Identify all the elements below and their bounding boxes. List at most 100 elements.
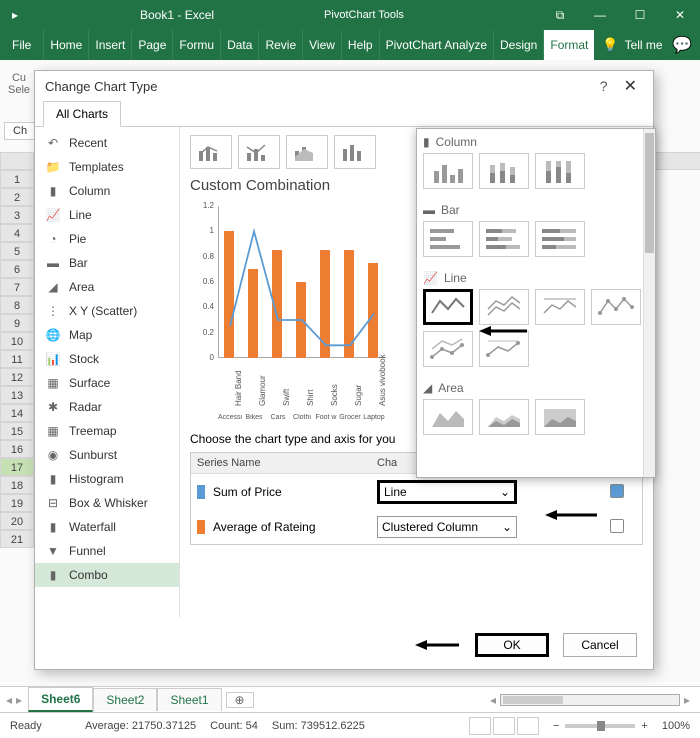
combo-subtype-4[interactable] bbox=[334, 135, 376, 169]
tab-format[interactable]: Format bbox=[544, 30, 594, 60]
chart-type-dropdown[interactable]: Clustered Column⌄ bbox=[377, 516, 517, 538]
add-sheet-button[interactable]: ⊕ bbox=[226, 692, 254, 708]
sidebar-item-combo[interactable]: ▮Combo bbox=[35, 563, 179, 587]
sheet-tab-sheet1[interactable]: Sheet1 bbox=[157, 688, 221, 711]
sidebar-item-column[interactable]: ▮Column bbox=[35, 179, 179, 203]
combo-subtype-1[interactable] bbox=[190, 135, 232, 169]
tab-review[interactable]: Revie bbox=[259, 30, 303, 60]
sidebar-item-sunburst[interactable]: ◉Sunburst bbox=[35, 443, 179, 467]
sidebar-item-templates[interactable]: 📁Templates bbox=[35, 155, 179, 179]
gallery-column-100stacked[interactable] bbox=[535, 153, 585, 189]
chart-type-dropdown[interactable]: Line⌄ bbox=[377, 480, 517, 504]
row-header[interactable]: 14 bbox=[0, 404, 34, 422]
gallery-line-markers[interactable] bbox=[591, 289, 641, 325]
dialog-close-icon[interactable]: ✕ bbox=[618, 76, 643, 96]
gallery-area-stacked[interactable] bbox=[479, 399, 529, 435]
sidebar-item-map[interactable]: 🌐Map bbox=[35, 323, 179, 347]
combo-subtype-2[interactable] bbox=[238, 135, 280, 169]
tab-all-charts[interactable]: All Charts bbox=[43, 101, 121, 127]
sidebar-item-recent[interactable]: ↶Recent bbox=[35, 131, 179, 155]
window-maximize-icon[interactable]: ☐ bbox=[620, 0, 660, 30]
row-header[interactable]: 21 bbox=[0, 530, 34, 548]
normal-view-icon[interactable] bbox=[469, 717, 491, 735]
gallery-bar-clustered[interactable] bbox=[423, 221, 473, 257]
sidebar-item-area[interactable]: ◢Area bbox=[35, 275, 179, 299]
row-header[interactable]: 6 bbox=[0, 260, 34, 278]
tab-page[interactable]: Page bbox=[132, 30, 173, 60]
sidebar-item-treemap[interactable]: ▦Treemap bbox=[35, 419, 179, 443]
sidebar-item-pie[interactable]: ◔Pie bbox=[35, 227, 179, 251]
combo-subtype-3[interactable] bbox=[286, 135, 328, 169]
expand-ribbon-icon[interactable]: ▸ bbox=[0, 8, 30, 22]
tab-formulas[interactable]: Formu bbox=[173, 30, 221, 60]
secondary-axis-checkbox[interactable] bbox=[610, 519, 624, 533]
zoom-out-icon[interactable]: − bbox=[553, 720, 559, 732]
scroll-right-icon[interactable]: ▸ bbox=[684, 693, 690, 707]
row-header[interactable]: 2 bbox=[0, 188, 34, 206]
name-box[interactable]: Ch bbox=[4, 122, 36, 140]
zoom-slider[interactable]: − + bbox=[553, 720, 648, 732]
scroll-left-icon[interactable]: ◂ bbox=[490, 693, 496, 707]
gallery-column-clustered[interactable] bbox=[423, 153, 473, 189]
row-header[interactable]: 13 bbox=[0, 386, 34, 404]
horizontal-scrollbar[interactable]: ◂ ▸ bbox=[254, 693, 700, 707]
gallery-line-stacked[interactable] bbox=[479, 289, 529, 325]
sidebar-item-waterfall[interactable]: ▮Waterfall bbox=[35, 515, 179, 539]
row-header[interactable]: 11 bbox=[0, 350, 34, 368]
secondary-axis-checkbox[interactable] bbox=[610, 484, 624, 498]
page-break-view-icon[interactable] bbox=[517, 717, 539, 735]
gallery-area-100stacked[interactable] bbox=[535, 399, 585, 435]
row-header[interactable]: 9 bbox=[0, 314, 34, 332]
comments-icon[interactable]: 💬 bbox=[664, 30, 700, 60]
dialog-titlebar[interactable]: Change Chart Type ? ✕ bbox=[35, 71, 653, 101]
sidebar-item-funnel[interactable]: ▼Funnel bbox=[35, 539, 179, 563]
gallery-bar-100stacked[interactable] bbox=[535, 221, 585, 257]
sheet-tab-sheet6[interactable]: Sheet6 bbox=[28, 687, 93, 712]
row-header[interactable]: 15 bbox=[0, 422, 34, 440]
window-minimize-icon[interactable]: — bbox=[580, 0, 620, 30]
row-header[interactable]: 3 bbox=[0, 206, 34, 224]
tab-view[interactable]: View bbox=[303, 30, 342, 60]
dialog-help-icon[interactable]: ? bbox=[590, 78, 618, 94]
row-header[interactable]: 20 bbox=[0, 512, 34, 530]
gallery-column-stacked[interactable] bbox=[479, 153, 529, 189]
sheet-nav-arrows[interactable]: ◂▸ bbox=[0, 693, 28, 707]
sidebar-item-histogram[interactable]: ▮Histogram bbox=[35, 467, 179, 491]
row-header[interactable]: 12 bbox=[0, 368, 34, 386]
row-header[interactable]: 17 bbox=[0, 458, 34, 476]
window-close-icon[interactable]: ✕ bbox=[660, 0, 700, 30]
row-header[interactable]: 8 bbox=[0, 296, 34, 314]
tell-me-search[interactable]: 💡 Tell me bbox=[594, 30, 664, 60]
row-header[interactable]: 5 bbox=[0, 242, 34, 260]
sidebar-item-surface[interactable]: ▦Surface bbox=[35, 371, 179, 395]
tab-pivotchart-analyze[interactable]: PivotChart Analyze bbox=[380, 30, 494, 60]
sheet-tab-sheet2[interactable]: Sheet2 bbox=[93, 688, 157, 711]
tab-home[interactable]: Home bbox=[44, 30, 89, 60]
gallery-scrollbar[interactable] bbox=[643, 129, 655, 477]
tab-insert[interactable]: Insert bbox=[89, 30, 132, 60]
gallery-line-basic[interactable] bbox=[423, 289, 473, 325]
row-header[interactable]: 10 bbox=[0, 332, 34, 350]
row-header[interactable]: 7 bbox=[0, 278, 34, 296]
view-buttons[interactable] bbox=[469, 717, 539, 735]
row-header[interactable]: 16 bbox=[0, 440, 34, 458]
tab-design[interactable]: Design bbox=[494, 30, 544, 60]
gallery-bar-stacked[interactable] bbox=[479, 221, 529, 257]
sidebar-item-line[interactable]: 📈Line bbox=[35, 203, 179, 227]
sidebar-item-x-y-scatter-[interactable]: ⋮X Y (Scatter) bbox=[35, 299, 179, 323]
gallery-line-stacked-markers[interactable] bbox=[423, 331, 473, 367]
page-layout-view-icon[interactable] bbox=[493, 717, 515, 735]
tab-file[interactable]: File bbox=[0, 30, 44, 60]
gallery-line-100stacked[interactable] bbox=[535, 289, 585, 325]
sidebar-item-radar[interactable]: ✱Radar bbox=[35, 395, 179, 419]
row-header[interactable]: 4 bbox=[0, 224, 34, 242]
sidebar-item-stock[interactable]: 📊Stock bbox=[35, 347, 179, 371]
window-restore-icon[interactable]: ⧉ bbox=[540, 0, 580, 30]
tab-data[interactable]: Data bbox=[221, 30, 259, 60]
zoom-level[interactable]: 100% bbox=[662, 720, 690, 732]
gallery-area-basic[interactable] bbox=[423, 399, 473, 435]
ok-button[interactable]: OK bbox=[475, 633, 549, 657]
sidebar-item-box-whisker[interactable]: ⊟Box & Whisker bbox=[35, 491, 179, 515]
zoom-in-icon[interactable]: + bbox=[641, 720, 647, 732]
row-header[interactable] bbox=[0, 152, 34, 170]
